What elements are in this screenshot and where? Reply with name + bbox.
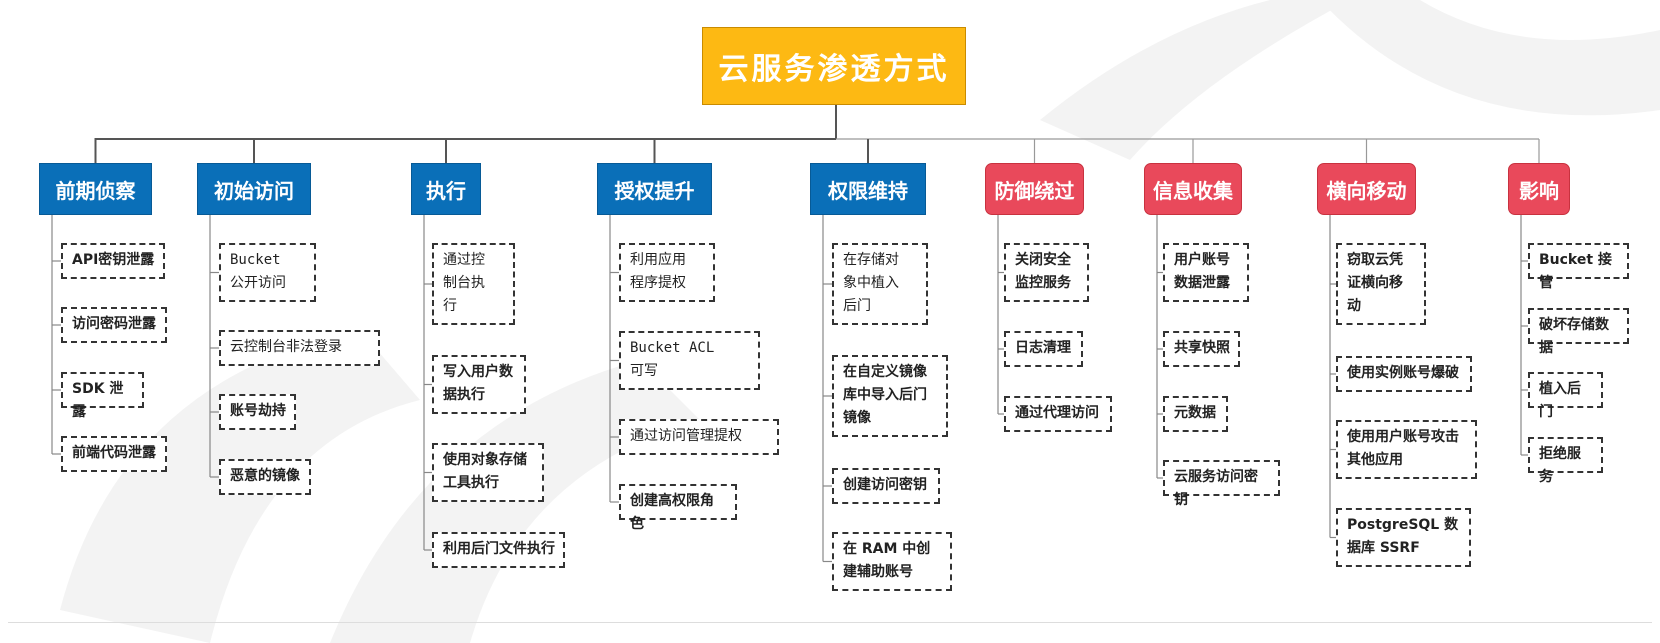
leaf-node: Bucket 公开访问: [219, 243, 316, 302]
leaf-node: Bucket 接管: [1528, 243, 1629, 291]
leaf-node: 拒绝服务: [1528, 437, 1603, 485]
category-node: 前期侦察: [39, 163, 152, 215]
leaf-node: 日志清理: [1004, 331, 1083, 367]
leaf-node: Bucket ACL 可写: [619, 331, 760, 390]
leaf-node: 云服务访问密钥: [1163, 460, 1280, 508]
category-node: 授权提升: [597, 163, 712, 215]
leaf-node: SDK 泄露: [61, 372, 144, 420]
leaf-node: PostgreSQL 数 据库 SSRF: [1336, 508, 1471, 567]
leaf-node: API密钥泄露: [61, 243, 165, 279]
leaf-node: 账号劫持: [219, 394, 296, 430]
leaf-node: 共享快照: [1163, 331, 1240, 367]
leaf-node: 创建高权限角色: [619, 484, 737, 532]
leaf-node: 使用用户账号攻击 其他应用: [1336, 420, 1477, 479]
leaf-node: 利用后门文件执行: [432, 532, 565, 568]
leaf-node: 创建访问密钥: [832, 468, 940, 504]
leaf-node: 写入用户数 据执行: [432, 355, 526, 414]
leaf-node: 破坏存储数据: [1528, 308, 1629, 356]
root-node-title: 云服务渗透方式: [702, 27, 966, 105]
category-node: 影响: [1508, 163, 1570, 215]
leaf-node: 窃取云凭 证横向移 动: [1336, 243, 1426, 325]
leaf-node: 在自定义镜像 库中导入后门 镜像: [832, 355, 948, 437]
leaf-node: 用户账号 数据泄露: [1163, 243, 1249, 302]
category-node: 信息收集: [1144, 163, 1242, 215]
leaf-node: 关闭安全 监控服务: [1004, 243, 1089, 302]
leaf-node: 通过访问管理提权: [619, 419, 779, 455]
category-node: 执行: [411, 163, 481, 215]
leaf-node: 恶意的镜像: [219, 459, 311, 495]
leaf-node: 前端代码泄露: [61, 436, 167, 472]
leaf-node: 云控制台非法登录: [219, 330, 380, 366]
leaf-node: 在 RAM 中创 建辅助账号: [832, 532, 952, 591]
leaf-node: 元数据: [1163, 396, 1228, 432]
category-node: 权限维持: [810, 163, 926, 215]
leaf-node: 植入后门: [1528, 372, 1603, 420]
category-node: 防御绕过: [985, 163, 1084, 215]
leaf-node: 利用应用 程序提权: [619, 243, 715, 302]
leaf-node: 通过控 制台执 行: [432, 243, 515, 325]
footer-divider: [8, 622, 1652, 623]
leaf-node: 通过代理访问: [1004, 396, 1112, 432]
leaf-node: 访问密码泄露: [61, 307, 167, 343]
leaf-node: 使用实例账号爆破: [1336, 356, 1472, 392]
leaf-node: 使用对象存储 工具执行: [432, 443, 544, 502]
category-node: 初始访问: [197, 163, 311, 215]
leaf-node: 在存储对 象中植入 后门: [832, 243, 928, 325]
mindmap-canvas: 云服务渗透方式 前期侦察 API密钥泄露 访问密码泄露 SDK 泄露前端代码泄露 初始访…: [0, 0, 1660, 643]
category-node: 横向移动: [1317, 163, 1416, 215]
